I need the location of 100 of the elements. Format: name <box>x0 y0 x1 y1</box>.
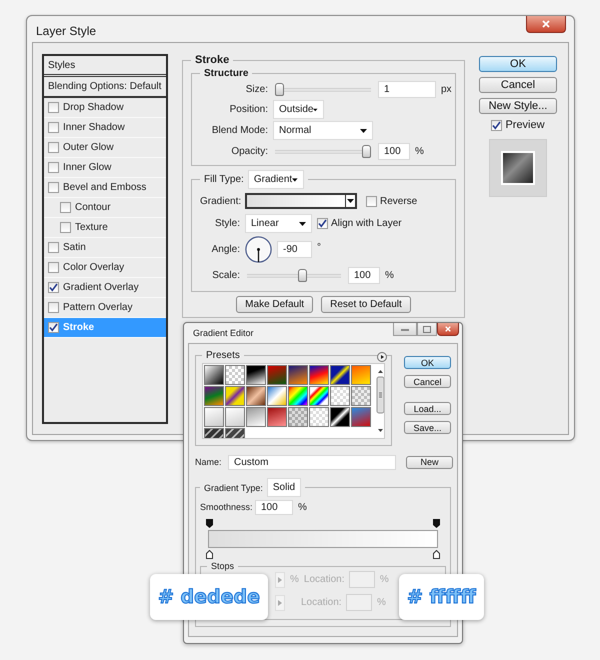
checkbox[interactable] <box>491 120 502 130</box>
preset-swatch[interactable] <box>204 386 224 406</box>
slider-thumb[interactable] <box>275 82 284 96</box>
name-field[interactable]: Custom <box>228 454 396 470</box>
field-label: Angle: <box>210 244 240 255</box>
preset-swatch[interactable] <box>351 407 371 427</box>
preset-swatch[interactable] <box>267 386 287 406</box>
checkbox[interactable] <box>48 262 59 273</box>
preview-checkbox[interactable]: Preview <box>491 119 545 131</box>
dialog-button[interactable]: Load... <box>404 402 451 415</box>
style-item[interactable]: Outer Glow <box>44 138 166 158</box>
maximize-icon <box>423 326 431 332</box>
checkbox[interactable] <box>48 122 59 133</box>
section-title: Stops <box>211 561 234 571</box>
checkbox[interactable] <box>48 162 59 173</box>
style-item[interactable]: Contour <box>44 198 166 218</box>
dialog-button[interactable]: New Style... <box>479 98 557 114</box>
gradient-picker[interactable] <box>245 193 357 209</box>
minimize-button[interactable] <box>393 323 417 336</box>
reverse-checkbox[interactable]: Reverse <box>366 196 418 206</box>
checkbox[interactable] <box>366 196 377 206</box>
preset-swatch[interactable] <box>309 365 329 385</box>
checkbox[interactable] <box>48 102 59 113</box>
checkbox[interactable] <box>48 242 59 253</box>
checkbox[interactable] <box>48 182 59 193</box>
preset-swatch[interactable] <box>246 407 266 427</box>
style-item[interactable]: Satin <box>44 238 166 258</box>
preset-swatch[interactable] <box>309 407 329 427</box>
preset-swatch[interactable] <box>288 386 308 406</box>
size-field[interactable]: 1 <box>378 80 436 98</box>
preset-swatch[interactable] <box>288 407 308 427</box>
smoothness-field[interactable]: 100 <box>255 500 293 514</box>
slider-thumb[interactable] <box>298 268 307 282</box>
dialog-button[interactable]: Reset to Default <box>321 296 411 313</box>
field-label: Opacity: <box>230 146 268 156</box>
new-button[interactable]: New <box>406 456 453 468</box>
preset-swatch[interactable] <box>225 386 245 406</box>
preset-swatch[interactable] <box>225 365 245 385</box>
close-button[interactable] <box>526 16 566 33</box>
fill-type-dropdown[interactable]: Gradient <box>248 170 304 189</box>
color-callout: # dedede <box>150 574 268 620</box>
checkbox[interactable] <box>60 202 71 213</box>
maximize-button[interactable] <box>417 323 437 336</box>
position-dropdown[interactable]: Outside <box>273 100 324 119</box>
preset-swatch[interactable] <box>267 407 287 427</box>
opacity-field[interactable]: 100 <box>378 142 410 160</box>
preset-swatch[interactable] <box>246 365 266 385</box>
preset-swatch[interactable] <box>351 386 371 406</box>
preset-swatch[interactable] <box>288 365 308 385</box>
blend-mode-dropdown[interactable]: Normal <box>273 121 373 140</box>
checkbox[interactable] <box>48 322 59 333</box>
dialog-button[interactable]: Make Default <box>236 296 314 313</box>
dialog-button[interactable]: OK <box>404 356 451 369</box>
angle-field[interactable]: -90 <box>277 241 312 258</box>
preset-swatch[interactable] <box>309 386 329 406</box>
scale-field[interactable]: 100 <box>348 266 380 284</box>
style-dropdown[interactable]: Linear <box>245 214 312 233</box>
preset-swatch[interactable] <box>225 407 245 427</box>
style-item[interactable]: Bevel and Emboss <box>44 178 166 198</box>
slider-thumb[interactable] <box>362 144 371 158</box>
preset-swatch[interactable] <box>330 407 350 427</box>
checkbox[interactable] <box>48 302 59 313</box>
preset-swatch[interactable] <box>267 365 287 385</box>
align-checkbox[interactable]: Align with Layer <box>317 218 402 229</box>
style-item[interactable]: Inner Shadow <box>44 118 166 138</box>
close-icon <box>445 326 451 332</box>
style-item[interactable]: Gradient Overlay <box>44 278 166 298</box>
preset-swatch[interactable] <box>330 365 350 385</box>
opacity-stop-icon[interactable] <box>206 519 213 528</box>
preset-swatch[interactable] <box>204 365 224 385</box>
section-title: Structure <box>204 68 248 79</box>
style-item[interactable]: Inner Glow <box>44 158 166 178</box>
field-label: Location: <box>301 597 341 608</box>
preset-swatch[interactable] <box>351 365 371 385</box>
checkbox[interactable] <box>48 142 59 153</box>
preset-swatch[interactable] <box>204 407 224 427</box>
preset-swatch[interactable] <box>246 386 266 406</box>
preset-swatch[interactable] <box>330 386 350 406</box>
gradient-type-dropdown[interactable]: Solid <box>266 478 301 497</box>
menu-icon[interactable] <box>377 352 387 362</box>
close-button[interactable] <box>437 323 459 336</box>
angle-dial[interactable] <box>245 236 272 263</box>
style-item[interactable]: Blending Options: Default <box>44 77 166 98</box>
color-stop-icon[interactable] <box>433 550 440 559</box>
style-item[interactable]: Drop Shadow <box>44 98 166 118</box>
style-item[interactable]: Texture <box>44 218 166 238</box>
minimize-icon <box>401 328 409 330</box>
field-label: Name: <box>195 457 223 467</box>
style-item[interactable]: Color Overlay <box>44 258 166 278</box>
caret-icon <box>292 178 298 182</box>
dialog-button[interactable]: OK <box>479 56 557 72</box>
opacity-stop-icon[interactable] <box>433 519 440 528</box>
dialog-button[interactable]: Cancel <box>479 77 557 93</box>
checkbox[interactable] <box>60 222 71 233</box>
dialog-button[interactable]: Cancel <box>404 375 451 388</box>
caret-icon <box>299 222 306 226</box>
color-stop-icon[interactable] <box>206 550 213 559</box>
checkbox[interactable] <box>317 218 328 229</box>
dialog-button[interactable]: Save... <box>404 421 451 434</box>
checkbox[interactable] <box>48 282 59 293</box>
